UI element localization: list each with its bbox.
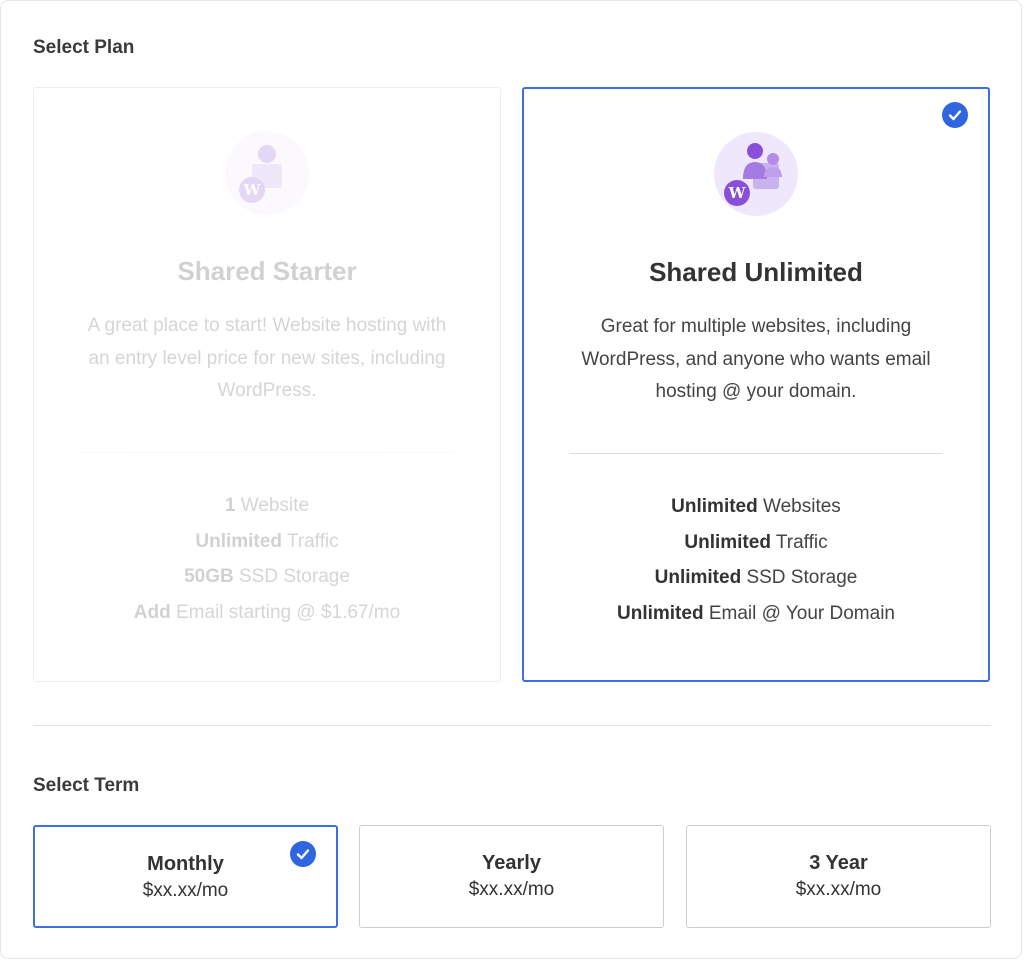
term-price: $xx.xx/mo (468, 879, 555, 900)
feature-item: Unlimited Traffic (684, 531, 828, 553)
wordpress-team-icon: W (711, 129, 801, 219)
plan-name: Shared Starter (177, 256, 357, 286)
check-icon (942, 102, 968, 128)
plan-card-shared-starter[interactable]: W Shared Starter A great place to start!… (33, 87, 501, 682)
plan-card-shared-unlimited[interactable]: W Shared Unlimited Great for multiple we… (522, 87, 990, 682)
feature-item: Unlimited Email @ Your Domain (617, 602, 895, 624)
feature-item: Add Email starting @ $1.67/mo (133, 601, 401, 623)
term-price: $xx.xx/mo (142, 880, 229, 901)
plan-feature-list: 1 Website Unlimited Traffic 50GB SSD Sto… (34, 493, 500, 635)
plan-description: Great for multiple websites, including W… (581, 316, 931, 402)
wordpress-user-icon: W (222, 128, 312, 218)
term-option-3-year[interactable]: 3 Year $xx.xx/mo (686, 825, 991, 928)
plan-divider (569, 453, 943, 454)
feature-item: 1 Website (224, 495, 310, 516)
term-option-yearly[interactable]: Yearly $xx.xx/mo (359, 825, 664, 928)
plan-description: A great place to start! Website hosting … (87, 315, 447, 401)
feature-item: Unlimited SSD Storage (654, 567, 858, 588)
term-name: Yearly (482, 852, 541, 874)
select-plan-heading: Select Plan (33, 37, 135, 58)
plan-name: Shared Unlimited (649, 257, 863, 287)
plan-card-content: W Shared Starter A great place to start!… (34, 88, 500, 681)
feature-item: Unlimited Traffic (195, 530, 339, 552)
term-name: 3 Year (809, 852, 868, 874)
section-divider (33, 725, 991, 726)
select-term-heading: Select Term (33, 775, 140, 796)
svg-text:W: W (243, 181, 262, 199)
term-name: Monthly (147, 853, 224, 875)
svg-text:W: W (728, 184, 747, 202)
plan-feature-list: Unlimited Websites Unlimited Traffic Unl… (524, 494, 988, 636)
feature-item: Unlimited Websites (671, 496, 841, 517)
plan-divider (79, 452, 455, 453)
feature-item: 50GB SSD Storage (184, 566, 350, 587)
term-price: $xx.xx/mo (795, 879, 882, 900)
term-option-monthly[interactable]: Monthly $xx.xx/mo (33, 825, 338, 928)
